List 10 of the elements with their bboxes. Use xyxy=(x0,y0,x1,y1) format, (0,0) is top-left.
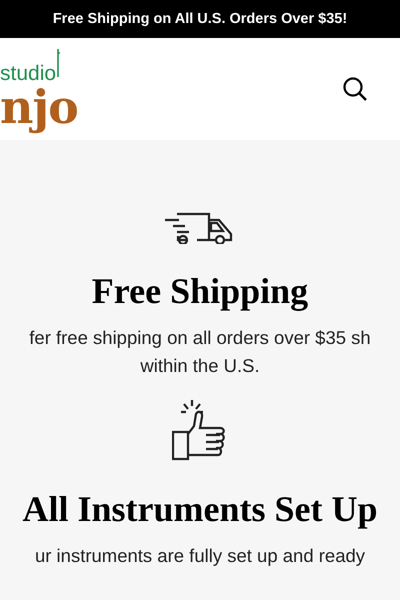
feature-description: fer free shipping on all orders over $35 sh xyxy=(29,326,371,350)
feature-description: ur instruments are fully set up and ready xyxy=(34,544,366,568)
thumbs-up-icon xyxy=(172,400,228,462)
truck-icon xyxy=(165,210,235,244)
search-icon[interactable] xyxy=(342,76,368,102)
feature-title: All Instruments Set Up xyxy=(22,488,378,530)
logo-top-text: studio xyxy=(0,62,56,84)
feature-title: Free Shipping xyxy=(92,270,308,312)
announcement-text: Free Shipping on All U.S. Orders Over $35! xyxy=(52,11,348,27)
feature-description: within the U.S. xyxy=(140,354,260,378)
